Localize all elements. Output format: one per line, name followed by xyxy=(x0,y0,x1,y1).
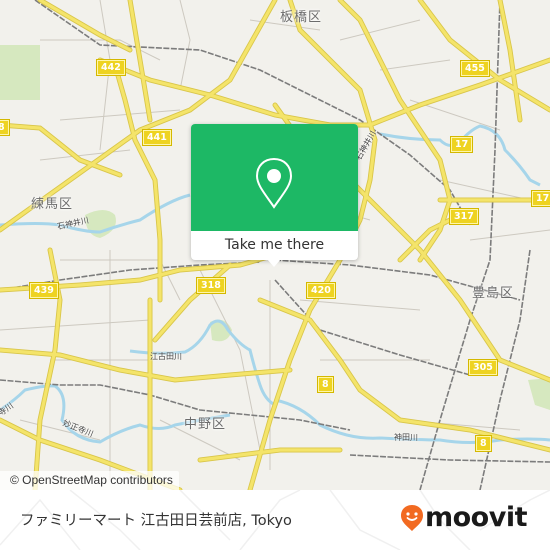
map[interactable]: 442 441 455 17 17 317 439 318 420 305 8 … xyxy=(0,0,550,490)
popup-header xyxy=(191,124,358,231)
route-17-shield: 17 xyxy=(530,190,550,207)
route-8-shield: 8 xyxy=(475,435,492,452)
moovit-wordmark: moovit xyxy=(425,502,528,533)
route-442-shield: 442 xyxy=(96,59,126,76)
route-317-shield: 317 xyxy=(449,208,479,225)
location-pin-icon xyxy=(255,157,293,209)
route-420-shield: 420 xyxy=(306,282,336,299)
river-label-egota: 江古田川 xyxy=(150,352,182,361)
route-305-shield: 305 xyxy=(468,359,498,376)
ward-label-nerima: 練馬区 xyxy=(31,197,74,212)
river-label-kanda: 神田川 xyxy=(394,433,418,442)
moovit-logo[interactable]: moovit xyxy=(400,502,528,533)
ward-label-toshima: 豊島区 xyxy=(472,286,515,301)
route-8-shield: 8 xyxy=(317,376,334,393)
footer: ファミリーマート 江古田日芸前店, Tokyo moovit xyxy=(0,490,550,550)
destination-popup[interactable]: Take me there xyxy=(191,124,358,267)
route-441-shield: 441 xyxy=(142,129,172,146)
ward-label-nakano: 中野区 xyxy=(184,417,227,432)
moovit-smiley-pin-icon xyxy=(401,505,423,531)
route-318-shield: 318 xyxy=(196,277,226,294)
osm-attribution[interactable]: © OpenStreetMap contributors xyxy=(0,471,179,490)
take-me-there-button[interactable]: Take me there xyxy=(191,231,358,260)
route-17-shield: 17 xyxy=(449,136,474,153)
route-8-shield: 8 xyxy=(0,119,10,136)
route-439-shield: 439 xyxy=(29,282,59,299)
place-name: ファミリーマート 江古田日芸前店, Tokyo xyxy=(20,513,292,529)
ward-label-itabashi: 板橋区 xyxy=(280,10,323,25)
route-455-shield: 455 xyxy=(460,60,490,77)
popup-pointer xyxy=(267,259,281,267)
